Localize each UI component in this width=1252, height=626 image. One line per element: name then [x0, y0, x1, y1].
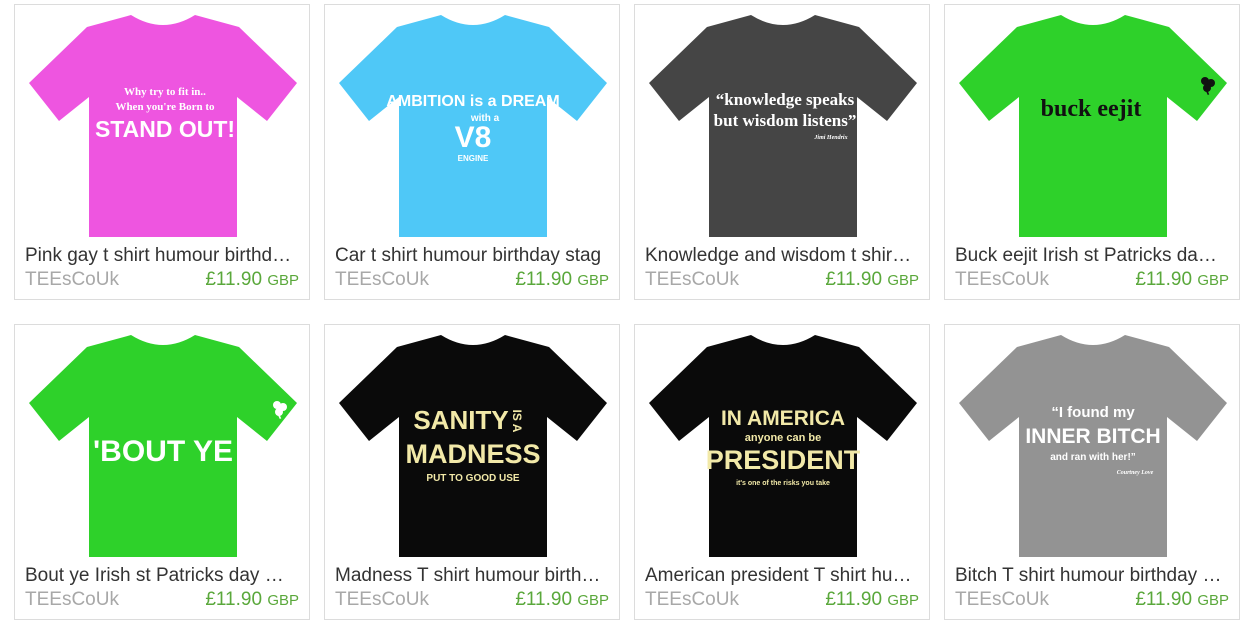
product-card[interactable]: buck eejit Buck eejit Irish st Patricks …	[944, 4, 1240, 300]
price-currency: GBP	[1197, 272, 1229, 289]
shirt-print-line: When you're Born to	[115, 101, 215, 113]
seller-link[interactable]: TEEsCoUk	[645, 268, 739, 292]
shirt-print-line: but wisdom listens”	[714, 111, 857, 130]
shirt-print-line: IS A	[510, 410, 524, 433]
product-image[interactable]: buck eejit	[955, 13, 1231, 239]
product-price: £11.90 GBP	[1135, 588, 1229, 613]
price-currency: GBP	[887, 272, 919, 289]
seller-link[interactable]: TEEsCoUk	[645, 588, 739, 612]
product-card[interactable]: IN AMERICA anyone can be PRESIDENT it's …	[634, 324, 930, 620]
product-image[interactable]: “knowledge speaks but wisdom listens” Ji…	[645, 13, 921, 239]
product-image[interactable]: “I found my INNER BITCH and ran with her…	[955, 333, 1231, 559]
seller-link[interactable]: TEEsCoUk	[335, 268, 429, 292]
product-title[interactable]: Madness T shirt humour birth…	[335, 564, 611, 588]
shirt-print-line: “I found my	[1051, 404, 1135, 421]
shirt-print-line: and ran with her!”	[1050, 452, 1136, 463]
product-price: £11.90 GBP	[205, 268, 299, 293]
price-value: £11.90	[825, 269, 883, 290]
product-price: £11.90 GBP	[205, 588, 299, 613]
product-title[interactable]: Pink gay t shirt humour birthd…	[25, 244, 301, 268]
price-value: £11.90	[515, 589, 573, 610]
price-value: £11.90	[205, 269, 263, 290]
price-value: £11.90	[1135, 269, 1193, 290]
price-value: £11.90	[1135, 589, 1193, 610]
product-image[interactable]: IN AMERICA anyone can be PRESIDENT it's …	[645, 333, 921, 559]
price-currency: GBP	[887, 592, 919, 609]
shirt-print-line: “knowledge speaks	[716, 90, 855, 109]
price-value: £11.90	[825, 589, 883, 610]
product-image[interactable]: 'BOUT YE	[25, 333, 301, 559]
product-title[interactable]: American president T shirt hu…	[645, 564, 921, 588]
tshirt-shape	[959, 15, 1227, 237]
shirt-print-line: 'BOUT YE	[93, 435, 233, 468]
product-title[interactable]: Knowledge and wisdom t shir…	[645, 244, 921, 268]
product-card[interactable]: 'BOUT YE Bout ye Irish st Patricks day ……	[14, 324, 310, 620]
product-image[interactable]: SANITY IS A MADNESS PUT TO GOOD USE	[335, 333, 611, 559]
shirt-print-line: MADNESS	[405, 439, 540, 469]
shirt-print-line: STAND OUT!	[95, 116, 235, 142]
product-price: £11.90 GBP	[825, 268, 919, 293]
product-card[interactable]: Why try to fit in.. When you're Born to …	[14, 4, 310, 300]
price-currency: GBP	[577, 272, 609, 289]
seller-link[interactable]: TEEsCoUk	[25, 268, 119, 292]
product-image[interactable]: AMBITION is a DREAM with a V8 ENGINE	[335, 13, 611, 239]
shirt-print-line: AMBITION is a DREAM	[386, 93, 559, 110]
product-card[interactable]: “knowledge speaks but wisdom listens” Ji…	[634, 4, 930, 300]
shirt-print-line: PUT TO GOOD USE	[426, 473, 519, 484]
shirt-print-line: IN AMERICA	[721, 407, 845, 430]
shirt-print-line: buck eejit	[1041, 96, 1142, 122]
shirt-print-line: Courtney Love	[1117, 470, 1154, 476]
product-price: £11.90 GBP	[825, 588, 919, 613]
shirt-print-line: anyone can be	[745, 432, 821, 444]
seller-link[interactable]: TEEsCoUk	[955, 268, 1049, 292]
product-price: £11.90 GBP	[515, 588, 609, 613]
product-price: £11.90 GBP	[515, 268, 609, 293]
shirt-print-line: INNER BITCH	[1025, 425, 1160, 448]
seller-link[interactable]: TEEsCoUk	[335, 588, 429, 612]
shirt-print-line: ENGINE	[458, 154, 489, 163]
price-currency: GBP	[267, 592, 299, 609]
price-currency: GBP	[577, 592, 609, 609]
product-title[interactable]: Buck eejit Irish st Patricks da…	[955, 244, 1231, 268]
product-card[interactable]: “I found my INNER BITCH and ran with her…	[944, 324, 1240, 620]
shirt-print-line: Why try to fit in..	[124, 86, 206, 98]
product-price: £11.90 GBP	[1135, 268, 1229, 293]
shirt-print-line: V8	[455, 121, 492, 154]
price-currency: GBP	[1197, 592, 1229, 609]
shirt-print-line: PRESIDENT	[706, 445, 861, 475]
shirt-print-line: Jimi Hendrix	[813, 135, 847, 141]
product-card[interactable]: AMBITION is a DREAM with a V8 ENGINE Car…	[324, 4, 620, 300]
product-grid: Why try to fit in.. When you're Born to …	[0, 0, 1252, 626]
shirt-print-line: it's one of the risks you take	[736, 480, 830, 487]
product-image[interactable]: Why try to fit in.. When you're Born to …	[25, 13, 301, 239]
shirt-print-line: SANITY	[413, 405, 508, 435]
price-value: £11.90	[515, 269, 573, 290]
product-card[interactable]: SANITY IS A MADNESS PUT TO GOOD USE Madn…	[324, 324, 620, 620]
seller-link[interactable]: TEEsCoUk	[25, 588, 119, 612]
product-title[interactable]: Bout ye Irish st Patricks day …	[25, 564, 301, 588]
price-value: £11.90	[205, 589, 263, 610]
product-title[interactable]: Bitch T shirt humour birthday …	[955, 564, 1231, 588]
product-title[interactable]: Car t shirt humour birthday stag	[335, 244, 611, 268]
price-currency: GBP	[267, 272, 299, 289]
seller-link[interactable]: TEEsCoUk	[955, 588, 1049, 612]
